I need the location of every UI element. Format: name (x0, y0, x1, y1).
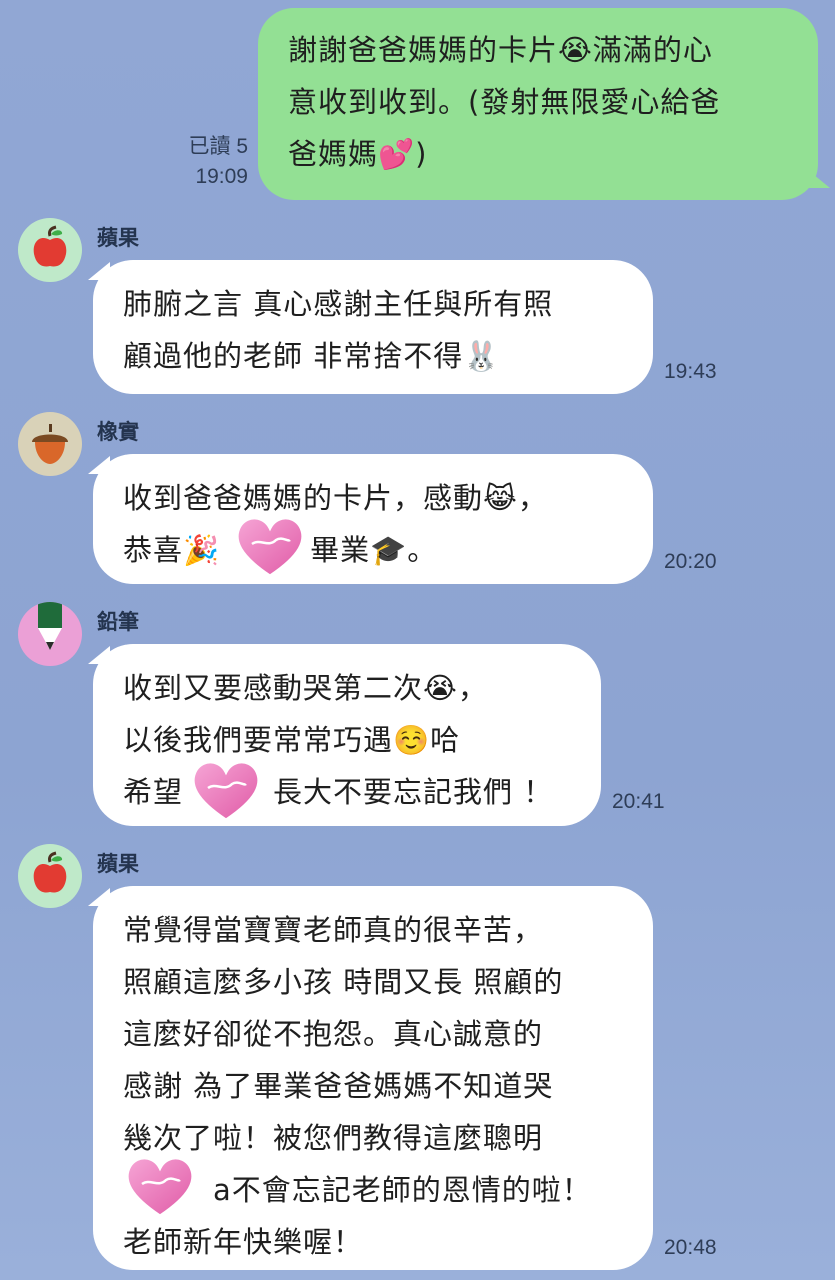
acorn-icon (32, 424, 68, 464)
sender-name: 鉛筆 (97, 610, 139, 634)
sender-name: 橡實 (97, 420, 139, 444)
read-count: 已讀 5 (188, 135, 248, 158)
message-bubble[interactable]: 肺腑之言 真心感謝主任與所有照 顧過他的老師 非常捨不得🐰 (93, 260, 653, 394)
avatar-apple[interactable] (18, 844, 82, 908)
avatar-acorn[interactable] (18, 412, 82, 476)
heart-sticker-icon (120, 1150, 200, 1218)
message-time: 20:20 (664, 550, 717, 573)
avatar-apple[interactable] (18, 218, 82, 282)
sender-name: 蘋果 (97, 852, 139, 876)
heart-sticker-icon (230, 510, 310, 578)
message-bubble[interactable]: 收到爸爸媽媽的卡片，感動😹， 恭喜🎉 畢業🎓。 (93, 454, 653, 584)
message-time: 20:48 (664, 1236, 717, 1259)
apple-icon (33, 225, 67, 267)
message-time: 20:41 (612, 790, 665, 813)
message-time: 19:09 (195, 165, 248, 188)
pencil-icon (38, 602, 62, 650)
read-receipt: 已讀 5 19:09 (168, 132, 248, 192)
message-bubble[interactable]: 收到又要感動哭第二次😭， 以後我們要常常巧遇☺️哈 希望 長大不要忘記我們 ！ (93, 644, 601, 826)
sender-name: 蘋果 (97, 226, 139, 250)
heart-sticker-icon (186, 754, 266, 822)
apple-icon (33, 851, 67, 893)
message-time: 19:43 (664, 360, 717, 383)
avatar-pencil[interactable] (18, 602, 82, 666)
my-message-bubble[interactable]: 謝謝爸爸媽媽的卡片😭滿滿的心 意收到收到。(發射無限愛心給爸 爸媽媽💕) (258, 8, 818, 200)
